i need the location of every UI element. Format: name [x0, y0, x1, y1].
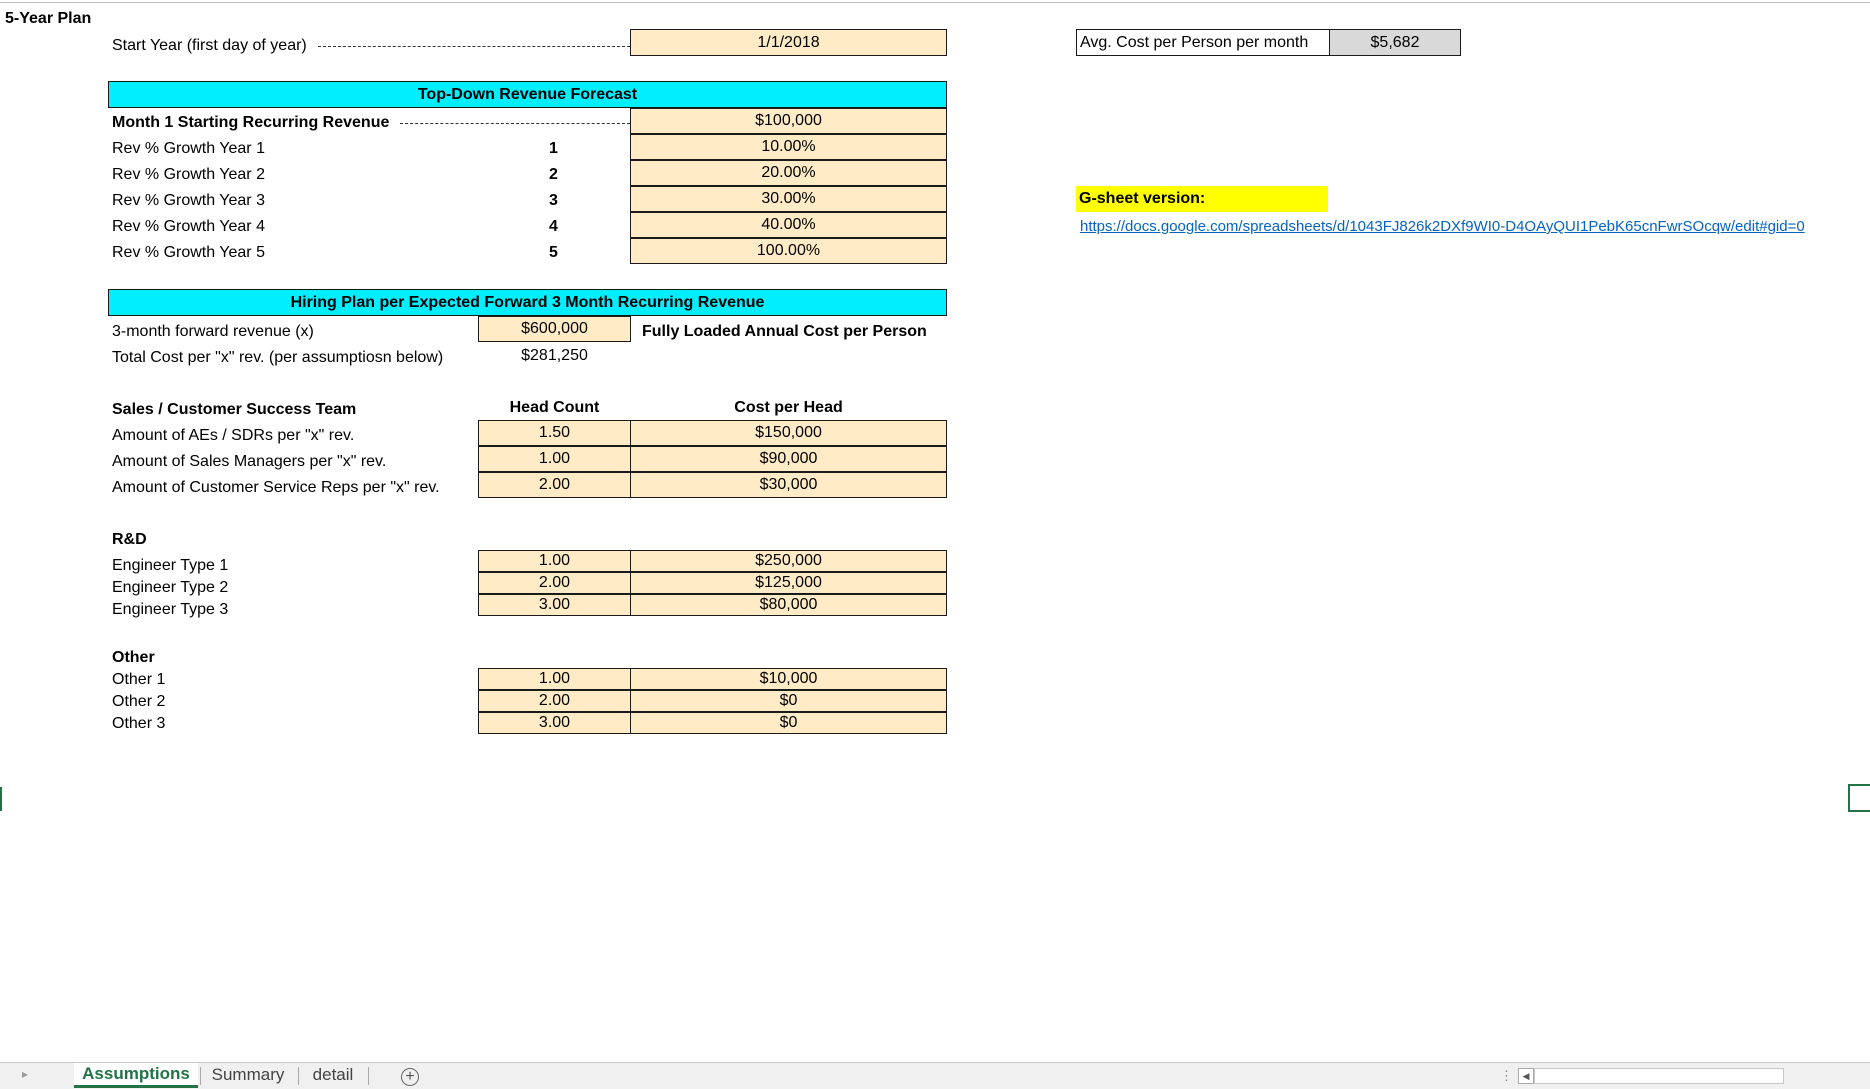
growth-label-4: Rev % Growth Year 4: [112, 218, 265, 235]
other-row-headcount-2[interactable]: 2.00: [478, 690, 631, 712]
starting-revenue-cell[interactable]: $100,000: [630, 108, 947, 134]
growth-year-5: 5: [549, 244, 558, 261]
hiring-plan-header: Hiring Plan per Expected Forward 3 Month…: [108, 289, 947, 316]
other-row-cost-3[interactable]: $0: [630, 712, 947, 734]
rnd-row-label-1: Engineer Type 1: [112, 557, 229, 574]
growth-year-4: 4: [549, 218, 558, 235]
start-year-leader: [318, 46, 630, 47]
horizontal-scrollbar[interactable]: [1534, 1068, 1784, 1084]
growth-year-2: 2: [549, 166, 558, 183]
other-row-cost-2[interactable]: $0: [630, 690, 947, 712]
other-title: Other: [112, 649, 155, 666]
plus-circle-icon[interactable]: +: [401, 1068, 419, 1086]
selected-cell-indicator[interactable]: [1848, 784, 1870, 812]
starting-revenue-leader: [400, 123, 630, 124]
fully-loaded-cost-label: Fully Loaded Annual Cost per Person: [642, 323, 927, 340]
gsheet-label: G-sheet version:: [1076, 186, 1328, 212]
growth-value-5[interactable]: 100.00%: [630, 238, 947, 264]
growth-year-3: 3: [549, 192, 558, 209]
cost-per-head-column-header: Cost per Head: [734, 398, 843, 416]
rnd-row-label-2: Engineer Type 2: [112, 579, 229, 596]
rnd-row-cost-1[interactable]: $250,000: [630, 550, 947, 572]
tab-assumptions[interactable]: Assumptions: [74, 1063, 198, 1088]
growth-value-2[interactable]: 20.00%: [630, 160, 947, 186]
row-edge-marker: [0, 787, 2, 811]
rnd-row-headcount-2[interactable]: 2.00: [478, 572, 631, 594]
tab-separator: [368, 1067, 369, 1085]
rnd-row-label-3: Engineer Type 3: [112, 601, 229, 618]
other-row-headcount-1[interactable]: 1.00: [478, 668, 631, 690]
start-year-cell[interactable]: 1/1/2018: [630, 29, 947, 56]
sales-row-cost-2[interactable]: $90,000: [630, 446, 947, 472]
forward-revenue-label: 3-month forward revenue (x): [112, 323, 314, 340]
other-row-label-2: Other 2: [112, 693, 166, 710]
sales-row-headcount-2[interactable]: 1.00: [478, 446, 631, 472]
tab-separator: [200, 1067, 201, 1085]
growth-value-3[interactable]: 30.00%: [630, 186, 947, 212]
growth-year-1: 1: [549, 140, 558, 157]
avg-cost-label-cell[interactable]: Avg. Cost per Person per month: [1076, 29, 1330, 56]
growth-value-4[interactable]: 40.00%: [630, 212, 947, 238]
starting-revenue-label: Month 1 Starting Recurring Revenue: [112, 114, 390, 131]
sheet-title: 5-Year Plan: [5, 10, 92, 27]
forward-revenue-cell[interactable]: $600,000: [478, 316, 631, 342]
other-row-label-1: Other 1: [112, 671, 166, 688]
growth-label-3: Rev % Growth Year 3: [112, 192, 265, 209]
sales-row-headcount-3[interactable]: 2.00: [478, 472, 631, 498]
growth-label-2: Rev % Growth Year 2: [112, 166, 265, 183]
sales-row-label-1: Amount of AEs / SDRs per "x" rev.: [112, 427, 355, 444]
rnd-row-headcount-3[interactable]: 3.00: [478, 594, 631, 616]
revenue-forecast-header: Top-Down Revenue Forecast: [108, 81, 947, 108]
rnd-row-cost-2[interactable]: $125,000: [630, 572, 947, 594]
sales-row-cost-3[interactable]: $30,000: [630, 472, 947, 498]
splitter-dots-icon[interactable]: ⋮: [1500, 1069, 1513, 1082]
tab-summary[interactable]: Summary: [204, 1063, 292, 1087]
total-cost-value[interactable]: $281,250: [478, 343, 631, 369]
other-row-headcount-3[interactable]: 3.00: [478, 712, 631, 734]
growth-value-1[interactable]: 10.00%: [630, 134, 947, 160]
start-year-label: Start Year (first day of year): [112, 37, 307, 54]
scroll-tabs-left-icon[interactable]: ▸: [22, 1068, 28, 1080]
tab-separator: [298, 1067, 299, 1085]
total-cost-label: Total Cost per "x" rev. (per assumptiosn…: [112, 349, 444, 366]
tab-detail[interactable]: detail: [302, 1063, 364, 1087]
sales-row-cost-1[interactable]: $150,000: [630, 420, 947, 446]
sales-row-label-3: Amount of Customer Service Reps per "x" …: [112, 479, 440, 496]
scroll-left-arrow-icon[interactable]: ◀: [1518, 1068, 1534, 1084]
rnd-title: R&D: [112, 531, 147, 548]
growth-label-5: Rev % Growth Year 5: [112, 244, 265, 261]
sales-row-headcount-1[interactable]: 1.50: [478, 420, 631, 446]
growth-label-1: Rev % Growth Year 1: [112, 140, 265, 157]
sales-team-title: Sales / Customer Success Team: [112, 401, 357, 418]
other-row-label-3: Other 3: [112, 715, 166, 732]
sales-row-label-2: Amount of Sales Managers per "x" rev.: [112, 453, 387, 470]
avg-cost-value-cell[interactable]: $5,682: [1329, 29, 1461, 56]
headcount-column-header: Head Count: [509, 398, 600, 416]
grid-top-line: [0, 2, 1870, 3]
rnd-row-headcount-1[interactable]: 1.00: [478, 550, 631, 572]
rnd-row-cost-3[interactable]: $80,000: [630, 594, 947, 616]
sheet-tab-bar: ▸ Assumptions Summary detail + ⋮ ◀: [0, 1062, 1870, 1089]
other-row-cost-1[interactable]: $10,000: [630, 668, 947, 690]
gsheet-link[interactable]: https://docs.google.com/spreadsheets/d/1…: [1080, 219, 1805, 234]
